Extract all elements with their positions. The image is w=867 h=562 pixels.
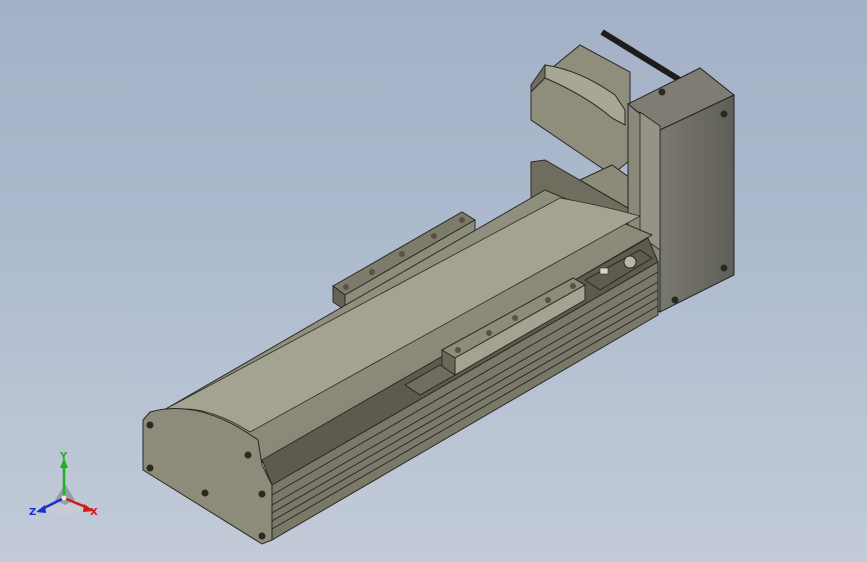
screw-hole (244, 451, 252, 459)
screw-hole (258, 490, 266, 498)
x-axis-label: X (90, 507, 98, 518)
screw-hole (146, 421, 154, 429)
coordinate-triad[interactable]: Y X Z (29, 451, 98, 518)
screw-hole (258, 532, 266, 540)
linear-rail-body (142, 189, 659, 545)
z-axis-label: Z (29, 507, 36, 518)
y-axis-label: Y (59, 451, 68, 462)
screw-hole (201, 489, 209, 497)
cad-viewport[interactable]: Y X Z (0, 0, 867, 562)
screw-hole (146, 464, 154, 472)
model-view: Y X Z (29, 29, 735, 545)
